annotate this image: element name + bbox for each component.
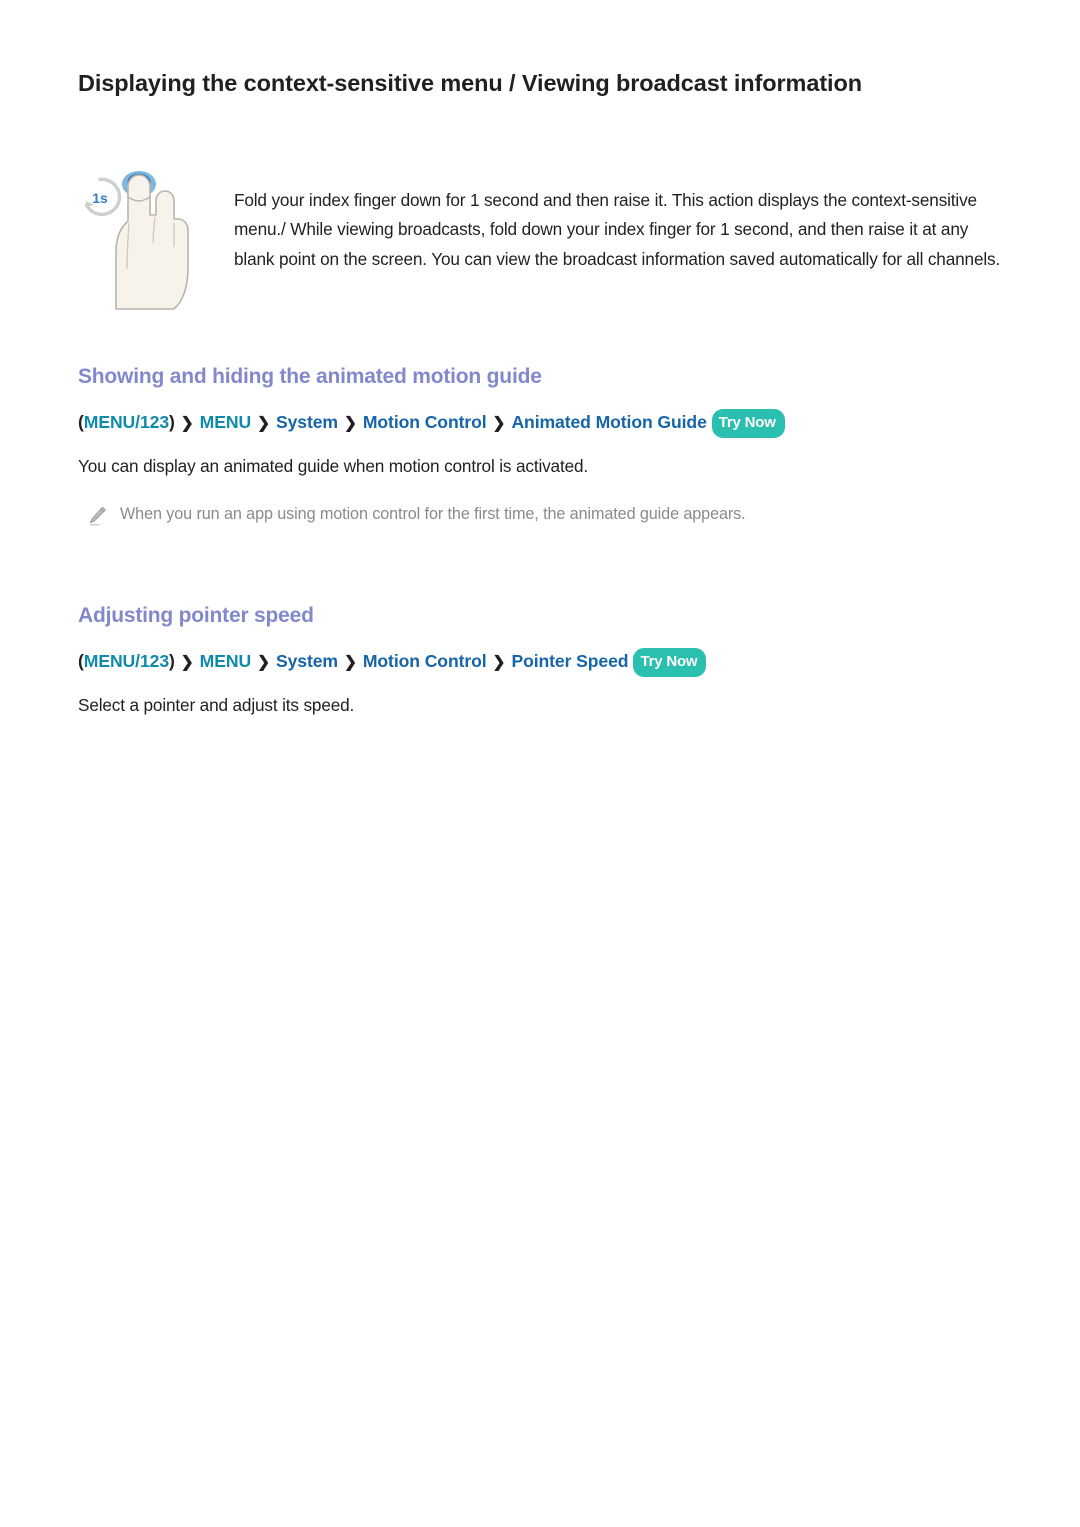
breadcrumb-animated-motion-guide: (MENU/123) ❯ MENU ❯ System ❯ Motion Control ❯ An… <box>78 408 1002 439</box>
breadcrumb-item-system[interactable]: System <box>276 412 338 432</box>
breadcrumb-item-menu[interactable]: MENU <box>200 651 252 671</box>
svg-text:1s: 1s <box>92 190 108 206</box>
note-text: When you run an app using motion control… <box>120 504 746 523</box>
breadcrumb-item-motion-control[interactable]: Motion Control <box>363 412 487 432</box>
try-now-badge[interactable]: Try Now <box>711 408 785 438</box>
breadcrumb-separator-icon: ❯ <box>257 414 270 432</box>
breadcrumb-separator-icon: ❯ <box>343 414 357 432</box>
breadcrumb-separator-icon: ❯ <box>492 653 506 671</box>
page-title: Displaying the context-sensitive menu / … <box>78 70 862 96</box>
breadcrumb-root-menu123[interactable]: MENU/123 <box>84 412 169 432</box>
breadcrumb-separator-icon: ❯ <box>343 653 357 671</box>
breadcrumb-item-menu[interactable]: MENU <box>200 412 252 432</box>
breadcrumb-separator-icon: ❯ <box>492 414 506 432</box>
section-body-pointer-speed: Select a pointer and adjust its speed. <box>78 694 355 715</box>
section-heading-animated-motion-guide: Showing and hiding the animated motion g… <box>78 364 542 388</box>
breadcrumb-close-paren: ) <box>169 650 175 671</box>
breadcrumb-separator-icon: ❯ <box>180 414 194 432</box>
section-body-animated-motion-guide: You can display an animated guide when m… <box>78 455 589 476</box>
breadcrumb-item-motion-control[interactable]: Motion Control <box>363 651 487 671</box>
intro-description: Fold your index finger down for 1 second… <box>234 189 1001 269</box>
breadcrumb-separator-icon: ❯ <box>257 653 270 671</box>
note-animated-motion-guide: When you run an app using motion control… <box>78 502 1002 532</box>
breadcrumb-separator-icon: ❯ <box>180 653 194 671</box>
timer-badge-icon: 1s <box>82 177 122 216</box>
document-page: Displaying the context-sensitive menu / … <box>0 0 1080 1527</box>
hand-index-finger-tap-1s-icon: 1s <box>78 157 218 317</box>
section-heading-adjusting-pointer-speed: Adjusting pointer speed <box>78 603 314 627</box>
breadcrumb-item-system[interactable]: System <box>276 651 338 671</box>
breadcrumb-root-menu123[interactable]: MENU/123 <box>84 651 169 671</box>
breadcrumb-close-paren: ) <box>169 411 175 432</box>
pencil-note-icon <box>86 502 120 532</box>
breadcrumb-item-pointer-speed[interactable]: Pointer Speed <box>511 651 628 671</box>
try-now-badge[interactable]: Try Now <box>633 647 707 677</box>
breadcrumb-item-animated-motion-guide[interactable]: Animated Motion Guide <box>511 412 706 432</box>
breadcrumb-pointer-speed: (MENU/123) ❯ MENU ❯ System ❯ Motion Control ❯ Po… <box>78 647 1002 678</box>
intro-callout: 1s Fold your index finger down for 1 sec… <box>78 157 1002 317</box>
